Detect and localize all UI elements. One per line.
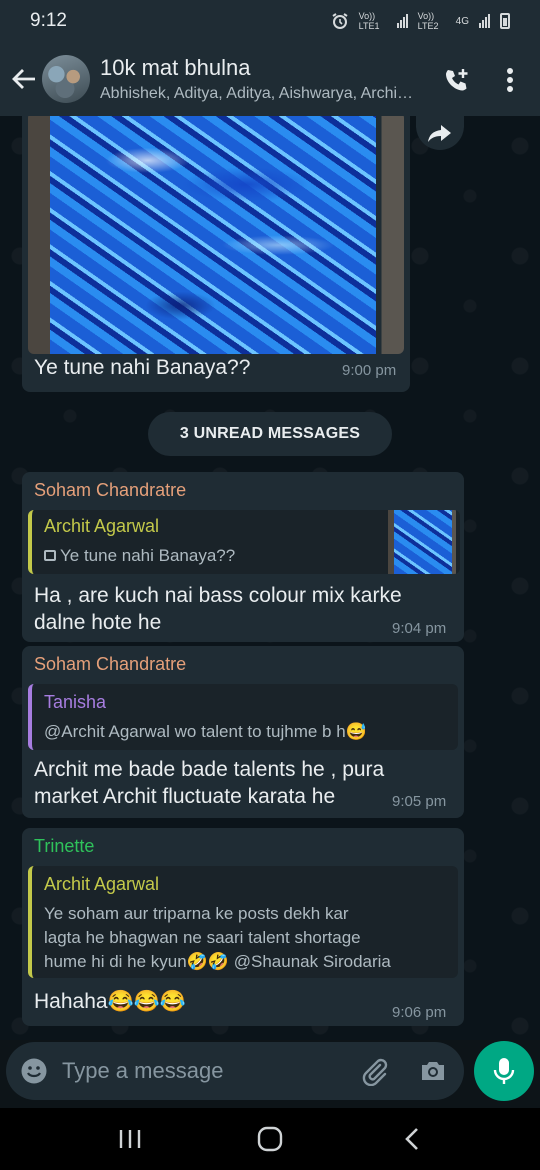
- quoted-text: @Archit Agarwal wo talent to tujhme b h😅: [44, 722, 367, 741]
- sender-name: Soham Chandratre: [34, 654, 187, 674]
- sender-name: Soham Chandratre: [34, 480, 187, 500]
- message-bubble-3[interactable]: Trinette Archit Agarwal Ye soham aur tri…: [22, 828, 464, 1026]
- sim1-label: Vo)) LTE1: [358, 11, 380, 31]
- forward-icon: [428, 125, 451, 142]
- message-text: Hahaha😂😂😂: [34, 990, 187, 1013]
- menu-button[interactable]: [492, 62, 528, 98]
- add-call-icon: [446, 69, 468, 91]
- add-call-button[interactable]: [438, 62, 474, 98]
- quoted-text-line-1: Ye soham aur triparna ke posts dekh kar: [44, 904, 349, 923]
- message-text-line-2: dalne hote he: [34, 611, 162, 634]
- sim2-label: Vo)) LTE2: [417, 11, 439, 31]
- message-input[interactable]: [62, 1052, 352, 1090]
- voice-message-button[interactable]: [474, 1041, 534, 1101]
- camera-icon: [422, 1062, 444, 1080]
- home-button[interactable]: [252, 1124, 288, 1154]
- system-nav-bar: [0, 1108, 540, 1170]
- status-time: 9:12: [30, 10, 67, 31]
- quoted-text-line-2: lagta he bhagwan ne saari talent shortag…: [44, 928, 361, 947]
- quoted-text-line-3: hume hi di he kyun🤣🤣 @Shaunak Sirodaria: [44, 952, 391, 971]
- quoted-sender: Tanisha: [44, 692, 107, 712]
- recents-button[interactable]: [112, 1124, 148, 1154]
- signal2-icon: [479, 14, 490, 28]
- message-text-line-1: Archit me bade bade talents he , pura: [34, 758, 385, 781]
- group-info[interactable]: 10k mat bhulna Abhishek, Aditya, Aditya,…: [100, 55, 430, 103]
- painting-image: [50, 116, 376, 354]
- emoji-button[interactable]: [20, 1057, 48, 1085]
- forward-button[interactable]: [416, 116, 464, 150]
- more-vertical-icon: [507, 68, 513, 92]
- quoted-text-row: Ye tune nahi Banaya??: [44, 544, 235, 568]
- home-icon: [257, 1126, 283, 1152]
- message-bubble-1[interactable]: Soham Chandratre Archit Agarwal Ye tune …: [22, 472, 464, 642]
- quoted-message[interactable]: Tanisha @Archit Agarwal wo talent to tuj…: [28, 684, 458, 750]
- back-nav-icon: [405, 1128, 418, 1150]
- back-button[interactable]: [6, 61, 42, 97]
- status-icons: Vo)) LTE1 Vo)) LTE2 4G: [331, 11, 510, 31]
- chat-header: 10k mat bhulna Abhishek, Aditya, Aditya,…: [0, 42, 540, 116]
- alarm-icon: [332, 13, 348, 29]
- image-caption: Ye tune nahi Banaya??: [34, 356, 251, 379]
- group-avatar[interactable]: [42, 55, 90, 103]
- back-nav-button[interactable]: [394, 1124, 430, 1154]
- quoted-text: Ye tune nahi Banaya??: [60, 546, 236, 565]
- message-text-line-2: market Archit fluctuate karata he: [34, 785, 336, 808]
- sender-name: Trinette: [34, 836, 95, 856]
- status-bar: 9:12 Vo)) LTE1 Vo)) LTE2 4G: [0, 0, 540, 42]
- message-time: 9:04 pm: [392, 620, 447, 637]
- message-bubble-2[interactable]: Soham Chandratre Tanisha @Archit Agarwal…: [22, 646, 464, 818]
- message-composer: [6, 1042, 464, 1100]
- arrow-left-icon: [12, 69, 35, 89]
- quoted-message[interactable]: Archit Agarwal Ye tune nahi Banaya??: [28, 510, 460, 574]
- shared-photo[interactable]: [28, 116, 404, 354]
- quoted-thumbnail: [388, 510, 456, 574]
- paperclip-icon: [362, 1058, 388, 1087]
- message-text-line-1: Ha , are kuch nai bass colour mix karke: [34, 584, 402, 607]
- recents-icon: [119, 1130, 141, 1148]
- unread-messages-banner: 3 UNREAD MESSAGES: [148, 412, 392, 456]
- message-time: 9:00 pm: [342, 362, 397, 379]
- group-members: Abhishek, Aditya, Aditya, Aishwarya, Arc…: [100, 85, 414, 102]
- camera-button[interactable]: [418, 1056, 448, 1086]
- quoted-sender: Archit Agarwal: [44, 874, 160, 894]
- photo-icon: [44, 550, 56, 561]
- chat-area[interactable]: Ye tune nahi Banaya?? 9:00 pm 3 UNREAD M…: [0, 116, 540, 1040]
- mic-icon: [493, 1058, 515, 1084]
- signal1-icon: [396, 14, 408, 28]
- battery-icon: [500, 13, 510, 29]
- network-label: 4G: [455, 15, 469, 27]
- message-time: 9:05 pm: [392, 793, 447, 810]
- group-name: 10k mat bhulna: [100, 55, 251, 80]
- quoted-sender: Archit Agarwal: [44, 516, 160, 536]
- attach-button[interactable]: [360, 1056, 390, 1087]
- emoji-icon: [21, 1058, 47, 1084]
- message-time: 9:06 pm: [392, 1004, 447, 1021]
- image-message[interactable]: Ye tune nahi Banaya?? 9:00 pm: [22, 116, 410, 392]
- quoted-message[interactable]: Archit Agarwal Ye soham aur triparna ke …: [28, 866, 458, 978]
